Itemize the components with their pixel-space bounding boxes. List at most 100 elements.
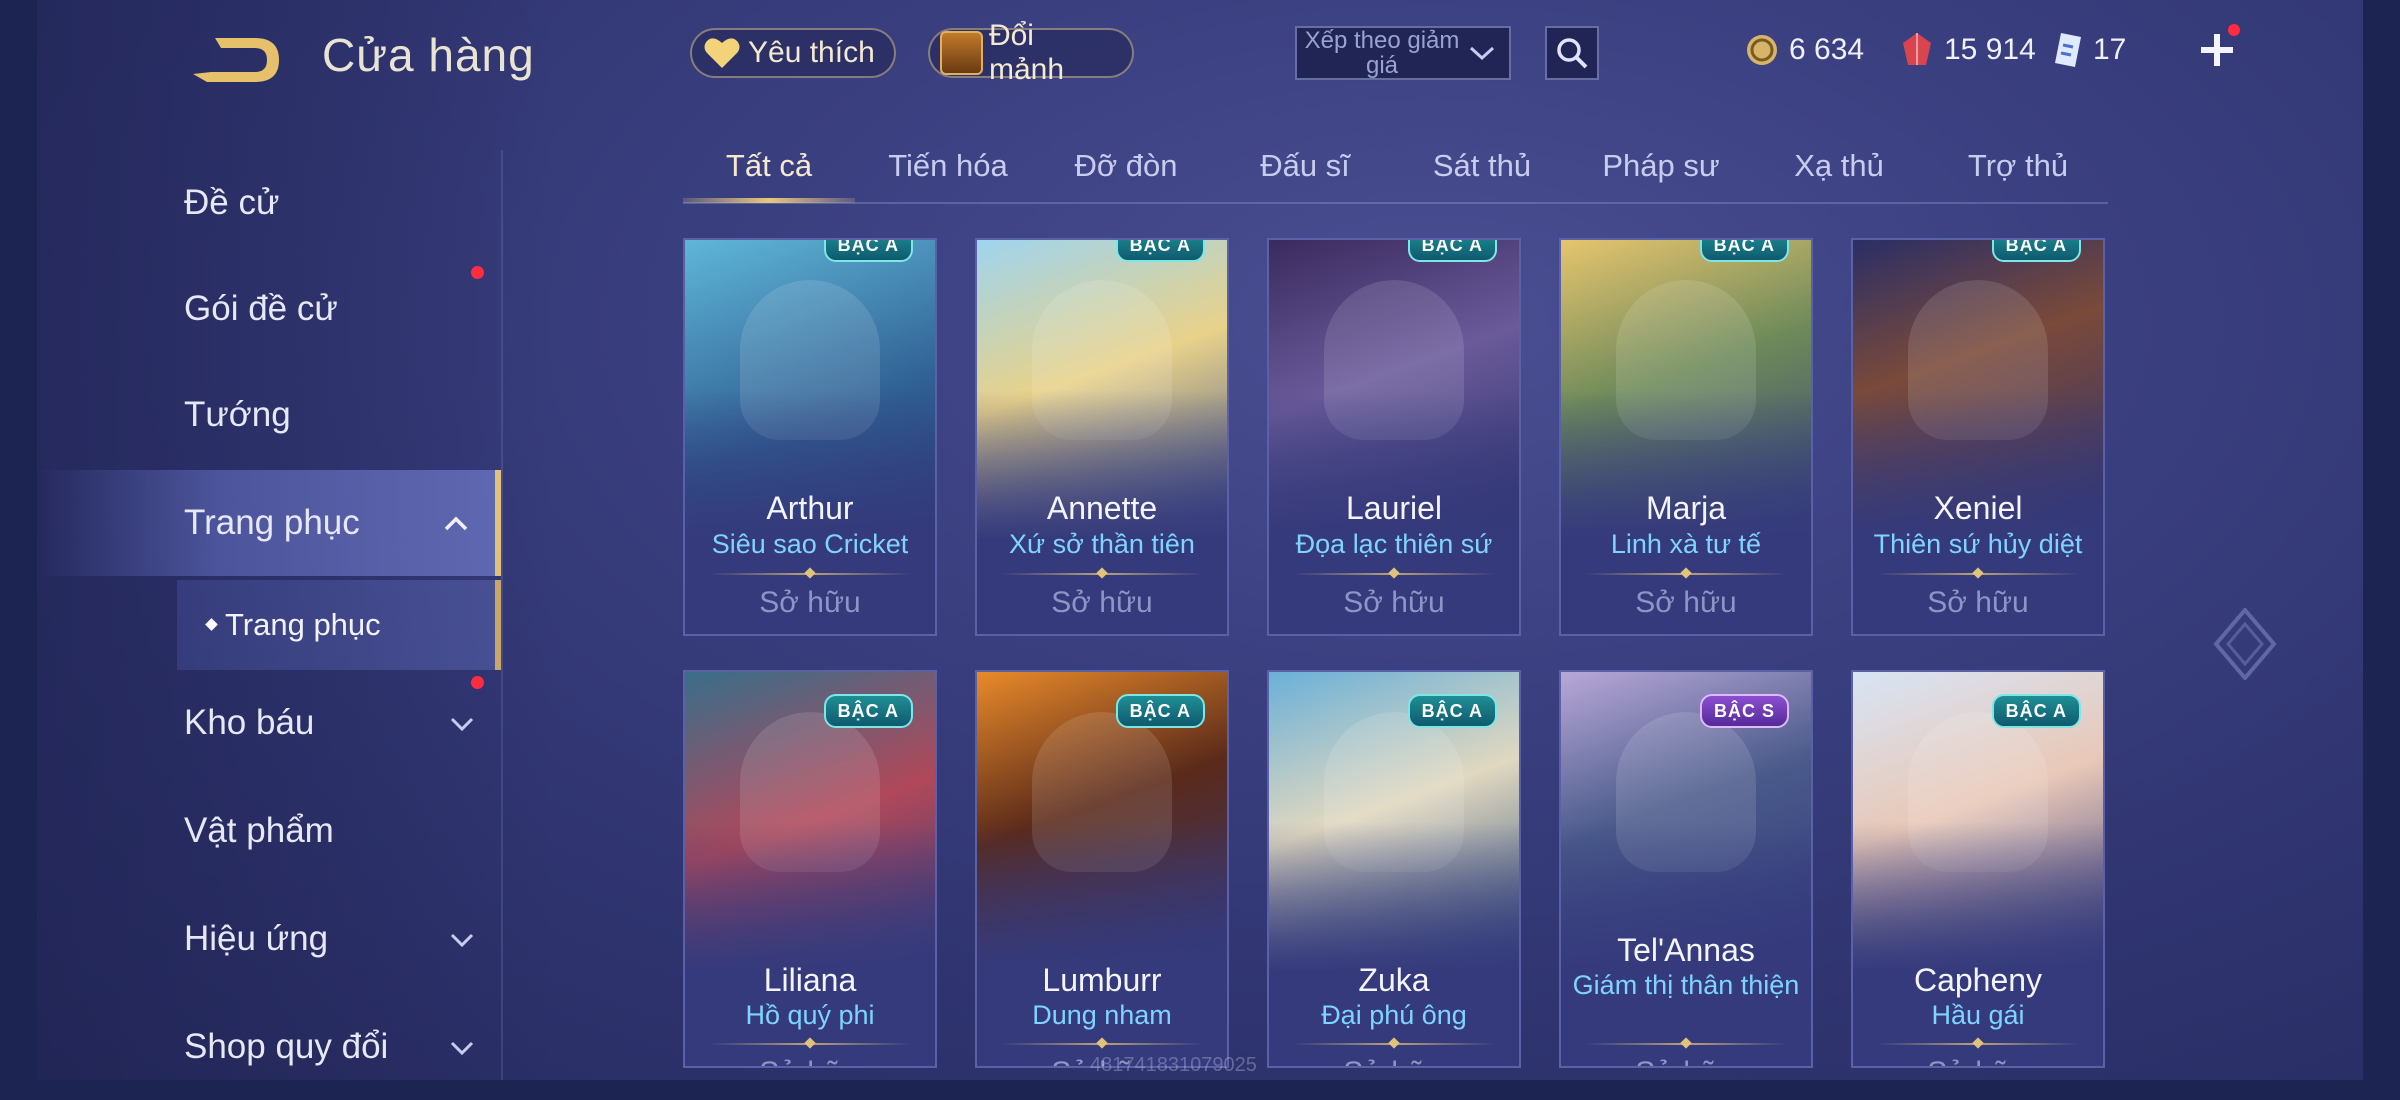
skin-card[interactable]: BẬC A Zuka Đại phú ông Sở hữu [1267, 670, 1521, 1068]
tab-fighter[interactable]: Đấu sĩ [1260, 148, 1350, 184]
active-tab-indicator [683, 198, 855, 203]
skin-name: Xứ sở thần tiên [1009, 529, 1195, 559]
sidebar-item-label: Trang phục [184, 503, 360, 542]
fragment-exchange-button[interactable]: Đổi mảnh [928, 19, 1134, 86]
tier-badge: BẬC A [1115, 240, 1205, 262]
divider [710, 573, 910, 575]
divider [1294, 573, 1494, 575]
skin-name: Giám thị thân thiện [1572, 970, 1800, 1000]
sidebar-item-label: Vật phẩm [184, 811, 334, 850]
ownership-status: Sở hữu [1635, 586, 1737, 619]
hero-name: Annette [1046, 490, 1158, 526]
skin-card[interactable]: BẬC A Lumburr Dung nham Sở hữu [975, 670, 1229, 1068]
sidebar-subitem-skins[interactable]: Trang phục [177, 580, 501, 670]
tab-tank[interactable]: Đỡ đòn [1074, 148, 1177, 184]
tier-badge: BẬC A [1991, 694, 2081, 728]
ownership-status: Sở hữu [1343, 586, 1445, 619]
tab-all[interactable]: Tất cả [726, 148, 812, 184]
sidebar-item-recommended[interactable]: Đề cử [37, 150, 501, 256]
voucher-icon [2055, 33, 2081, 67]
sidebar-subitem-label: Trang phục [225, 607, 381, 642]
bullet-icon [205, 618, 218, 631]
sidebar-item-label: Shop quy đổi [184, 1027, 389, 1066]
skin-card[interactable]: BẬC A Arthur Siêu sao Cricket Sở hữu [683, 238, 937, 636]
category-tabs: Tất cả Tiến hóa Đỡ đòn Đấu sĩ Sát thủ Ph… [683, 140, 2108, 204]
tier-badge: BẬC A [823, 240, 913, 262]
sidebar: Đề cử Gói đề cử Tướng Trang phục Trang p… [37, 150, 503, 1080]
skin-card[interactable]: BẬC A Xeniel Thiên sứ hủy diệt Sở hữu [1851, 238, 2105, 636]
hero-name: Liliana [763, 962, 857, 998]
ownership-status: Sở hữu [759, 586, 861, 619]
sidebar-item-label: Hiệu ứng [184, 919, 329, 958]
tab-mage[interactable]: Pháp sư [1602, 148, 1719, 184]
hero-name: Lumburr [1042, 962, 1162, 998]
tier-badge: BẬC S [1699, 694, 1789, 728]
search-button[interactable] [1545, 26, 1599, 80]
skin-name: Hầu gái [1931, 1000, 2025, 1030]
skin-name: Đọa lạc thiên sứ [1295, 529, 1493, 559]
chevron-down-icon [1469, 46, 1495, 61]
skin-card[interactable]: BẬC A Lauriel Đọa lạc thiên sứ Sở hữu [1267, 238, 1521, 636]
tab-marksman[interactable]: Xạ thủ [1794, 148, 1884, 184]
fragment-exchange-label: Đổi mảnh [988, 19, 1064, 86]
sidebar-item-exchange-shop[interactable]: Shop quy đổi [37, 994, 501, 1100]
ownership-status: Sở hữu [1561, 1056, 1811, 1066]
tab-support[interactable]: Trợ thủ [1968, 148, 2068, 184]
back-arrow-icon[interactable] [185, 30, 285, 90]
chevron-down-icon [450, 933, 474, 948]
heart-icon [704, 38, 740, 68]
gold-coin-icon [1747, 35, 1777, 65]
skin-card[interactable]: BẬC A Annette Xứ sở thần tiên Sở hữu [975, 238, 1229, 636]
chevron-down-icon [450, 1041, 474, 1056]
sidebar-item-heroes[interactable]: Tướng [37, 362, 501, 468]
divider [1002, 573, 1202, 575]
tier-badge: BẬC A [1115, 694, 1205, 728]
notification-dot [471, 266, 484, 279]
watermark-text: 4817418​31079025 [1090, 1054, 1257, 1076]
divider [1878, 573, 2078, 575]
divider [1586, 573, 1786, 575]
hero-name: Tel'Annas [1617, 932, 1755, 968]
hero-name: Arthur [766, 490, 854, 526]
skin-card[interactable]: BẬC A Marja Linh xà tư tế Sở hữu [1559, 238, 1813, 636]
sidebar-item-recommended-bundles[interactable]: Gói đề cử [37, 256, 501, 362]
tier-badge: BẬC A [1699, 240, 1789, 262]
chevron-down-icon [450, 717, 474, 732]
divider [1586, 1043, 1786, 1045]
voucher-value: 17 [2093, 33, 2127, 66]
sidebar-item-skins[interactable]: Trang phục [37, 470, 501, 576]
hero-name: Marja [1645, 490, 1726, 526]
ruby-value: 15 914 [1944, 33, 2036, 66]
divider [1002, 1043, 1202, 1045]
tab-assassin[interactable]: Sát thủ [1433, 148, 1531, 184]
chevron-up-icon [444, 516, 468, 531]
skin-grid: BẬC A Arthur Siêu sao Cricket Sở hữu BẬC… [683, 238, 2113, 1080]
tier-badge: BẬC A [823, 694, 913, 728]
ownership-status: Sở hữu [685, 1056, 935, 1066]
tab-evolution[interactable]: Tiến hóa [888, 148, 1008, 184]
skin-card[interactable]: BẬC A Capheny Hầu gái Sở hữu [1851, 670, 2105, 1068]
voucher-balance: 17 [2053, 30, 2126, 70]
notification-dot [2228, 24, 2240, 36]
favorites-label: Yêu thích [748, 36, 875, 69]
skin-name: Dung nham [1032, 1000, 1172, 1030]
page-title: Cửa hàng [322, 29, 535, 81]
favorites-button[interactable]: Yêu thích [690, 28, 896, 78]
divider [1294, 1043, 1494, 1045]
divider [710, 1043, 910, 1045]
notification-dot [471, 676, 484, 689]
skin-card[interactable]: BẬC A Liliana Hồ quý phi Sở hữu [683, 670, 937, 1068]
ownership-status: Sở hữu [1269, 1056, 1519, 1066]
sidebar-item-effects[interactable]: Hiệu ứng [37, 886, 501, 992]
ownership-status: Sở hữu [1051, 586, 1153, 619]
sidebar-item-label: Tướng [184, 395, 291, 434]
sidebar-item-items[interactable]: Vật phẩm [37, 778, 501, 884]
treasure-chest-icon [940, 31, 983, 75]
hero-name: Xeniel [1933, 490, 2023, 526]
search-icon [1557, 38, 1588, 69]
ownership-status: Sở hữu [1927, 586, 2029, 619]
sort-dropdown[interactable]: Xếp theo giảm giá [1295, 26, 1511, 80]
emblem-icon [2213, 608, 2277, 680]
skin-card[interactable]: BẬC S Tel'Annas Giám thị thân thiện Sở h… [1559, 670, 1813, 1068]
sidebar-item-treasure[interactable]: Kho báu [37, 670, 501, 776]
